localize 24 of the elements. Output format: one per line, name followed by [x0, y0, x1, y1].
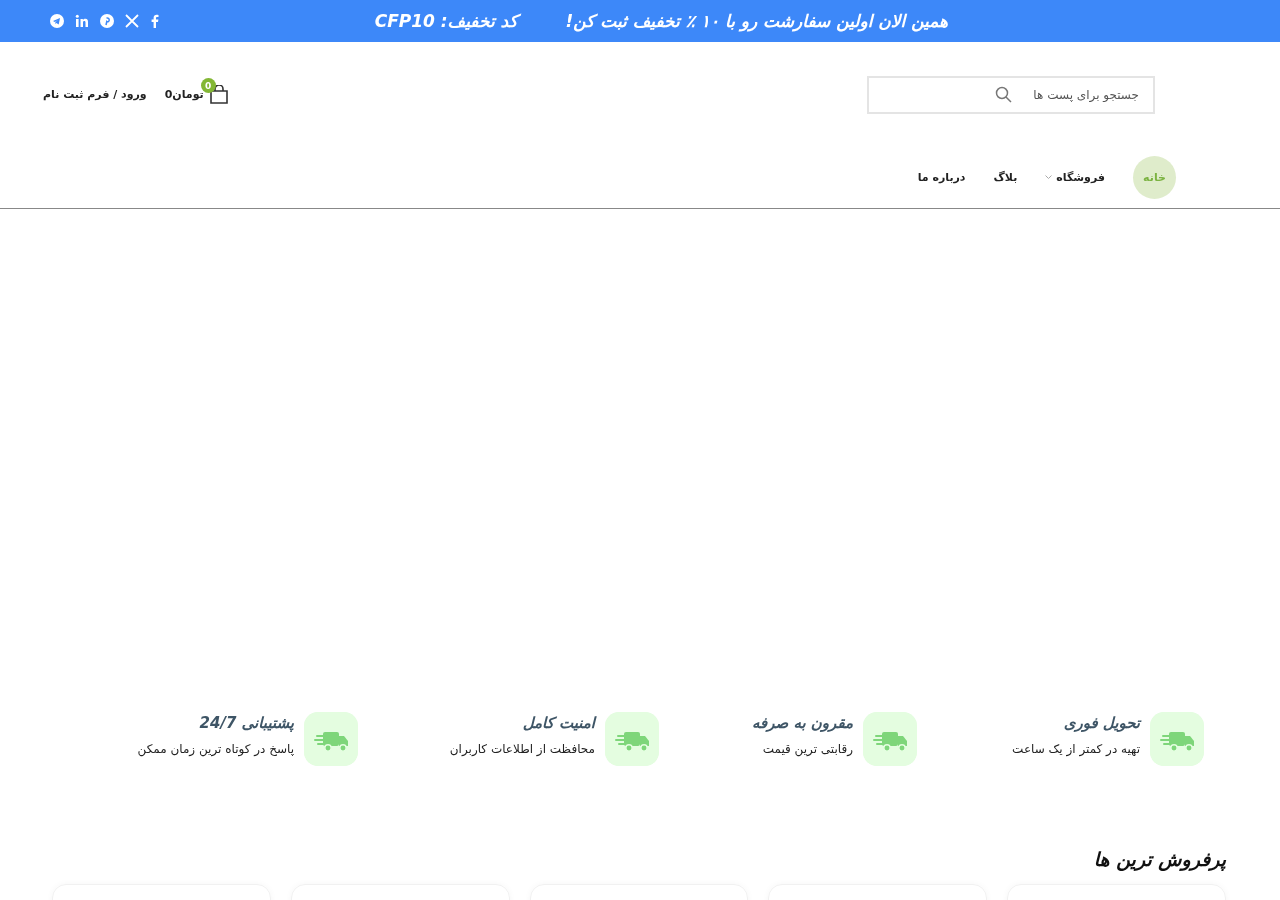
- linkedin-icon[interactable]: [75, 14, 89, 28]
- telegram-icon[interactable]: [50, 14, 64, 28]
- facebook-icon[interactable]: [150, 14, 159, 28]
- feature-text: تهیه در کمتر از یک ساعت: [1012, 742, 1140, 756]
- search-icon[interactable]: [995, 85, 1012, 103]
- chevron-down-icon: [1045, 175, 1053, 180]
- nav-item[interactable]: بلاگ: [993, 171, 1018, 184]
- section-heading: پرفروش ترین ها: [1092, 848, 1227, 870]
- nav-item[interactable]: درباره ما: [917, 171, 966, 184]
- feature-text: رقابتی ترین قیمت: [761, 742, 853, 756]
- promo-text: همین الان اولین سفارشت رو با ۱۰ ٪ تخفیف ثبت کن!: [565, 11, 948, 31]
- feature-title: پشتیبانی 24/7: [198, 714, 294, 732]
- cart-count-badge: 0: [200, 78, 216, 93]
- nav-item[interactable]: فروشگاه: [1045, 171, 1105, 184]
- feature-title: تحویل فوری: [1062, 714, 1140, 732]
- login-link[interactable]: ورود / فرم ثبت نام: [43, 88, 147, 101]
- shopping-bag-icon[interactable]: [209, 85, 228, 104]
- feature-title: مقرون به صرفه: [751, 714, 853, 732]
- search-field[interactable]: جستجو برای پست ها: [867, 75, 1155, 114]
- feature-title: امنیت کامل: [521, 714, 595, 732]
- feature-text: پاسخ در کوتاه ترین زمان ممکن: [137, 742, 294, 756]
- pinterest-icon[interactable]: [100, 14, 114, 28]
- x-icon[interactable]: [125, 14, 139, 28]
- feature-text: محافظت از اطلاعات کاربران: [449, 742, 595, 756]
